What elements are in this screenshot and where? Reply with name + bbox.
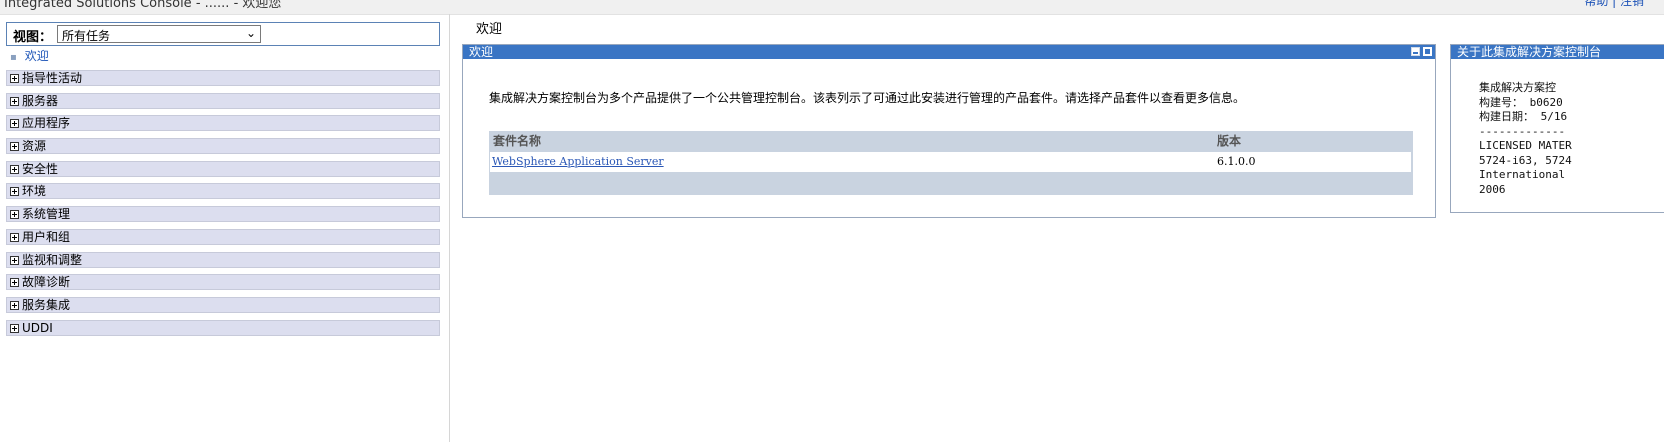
nav-item-label: 安全性 bbox=[22, 161, 59, 176]
minimize-icon[interactable] bbox=[1411, 47, 1420, 56]
expand-icon[interactable] bbox=[10, 278, 19, 288]
nav-item-applications[interactable]: 应用程序 bbox=[6, 115, 440, 132]
window-title: Integrated Solutions Console - ...... - … bbox=[4, 0, 282, 11]
suite-version-cell: 6.1.0.0 bbox=[1217, 155, 1256, 168]
nav-item-label: 用户和组 bbox=[22, 229, 71, 244]
nav-item-label: 环境 bbox=[22, 184, 47, 199]
expand-icon[interactable] bbox=[10, 232, 19, 242]
nav-item-label: 监视和调整 bbox=[22, 252, 83, 267]
expand-icon[interactable] bbox=[10, 210, 19, 220]
nav-item-label: 服务集成 bbox=[22, 297, 71, 312]
column-header-version: 版本 bbox=[1217, 134, 1242, 148]
view-select[interactable]: 所有任务 ⌄ bbox=[57, 25, 261, 43]
nav-welcome-label: 欢迎 bbox=[24, 49, 49, 63]
nav-item-troubleshooting[interactable]: 故障诊断 bbox=[6, 274, 440, 291]
nav-item-label: 系统管理 bbox=[22, 207, 71, 222]
expand-icon[interactable] bbox=[10, 164, 19, 174]
nav-item-uddi[interactable]: UDDI bbox=[6, 319, 440, 336]
table-row: WebSphere Application Server 6.1.0.0 bbox=[490, 152, 1411, 172]
about-line: International bbox=[1479, 168, 1572, 181]
expand-icon[interactable] bbox=[10, 255, 19, 265]
about-line: 5724-i63, 5724 bbox=[1479, 153, 1572, 167]
column-header-suite-name: 套件名称 bbox=[493, 134, 542, 148]
nav-item-security[interactable]: 安全性 bbox=[6, 160, 440, 177]
nav-item-service-integration[interactable]: 服务集成 bbox=[6, 296, 440, 313]
suite-table: 套件名称 版本 WebSphere Application Server 6.1… bbox=[489, 131, 1413, 195]
view-selector: 视图： 所有任务 ⌄ bbox=[6, 22, 440, 46]
suite-link[interactable]: WebSphere Application Server bbox=[492, 155, 664, 168]
nav-item-resources[interactable]: 资源 bbox=[6, 138, 440, 155]
nav-item-label: 指导性活动 bbox=[22, 71, 83, 85]
about-line: LICENSED MATER bbox=[1479, 139, 1572, 152]
nav-item-label: 服务器 bbox=[22, 93, 59, 108]
expand-icon[interactable] bbox=[10, 74, 19, 83]
welcome-portlet: 欢迎 集成解决方案控制台为多个产品提供了一个公共管理控制台。该表列示了可通过此安… bbox=[462, 44, 1436, 218]
page-title: 欢迎 bbox=[476, 22, 503, 37]
nav-item-label: 故障诊断 bbox=[22, 275, 71, 290]
about-line: 集成解决方案控 bbox=[1479, 81, 1556, 94]
nav-item-users-groups[interactable]: 用户和组 bbox=[6, 228, 440, 245]
suite-name-cell: WebSphere Application Server bbox=[492, 152, 664, 172]
chevron-down-icon: ⌄ bbox=[245, 26, 256, 40]
nav-item-monitoring[interactable]: 监视和调整 bbox=[6, 251, 440, 268]
about-line: 构建号： b0620 bbox=[1479, 95, 1563, 109]
bullet-icon: ▪ bbox=[10, 52, 17, 63]
nav-item-label: 应用程序 bbox=[22, 116, 71, 131]
nav-item-guided-activities[interactable]: 指导性活动 bbox=[6, 70, 440, 86]
view-select-value: 所有任务 bbox=[62, 29, 111, 43]
about-line: 构建日期： 5/16 bbox=[1479, 110, 1568, 123]
nav-item-label: 资源 bbox=[22, 139, 47, 154]
portlet-title: 欢迎 bbox=[469, 45, 494, 59]
expand-icon[interactable] bbox=[10, 96, 19, 106]
nav-item-system-admin[interactable]: 系统管理 bbox=[6, 206, 440, 223]
expand-icon[interactable] bbox=[10, 323, 19, 333]
about-line: 2006 bbox=[1479, 182, 1506, 196]
about-line: ------------- bbox=[1479, 124, 1566, 138]
top-right-links[interactable]: 帮助 | 注销 bbox=[1584, 0, 1644, 9]
maximize-icon[interactable] bbox=[1423, 47, 1432, 56]
about-portlet: 关于此集成解决方案控制台 集成解决方案控 构建号： b0620 构建日期： 5/… bbox=[1450, 44, 1664, 213]
expand-icon[interactable] bbox=[10, 300, 19, 310]
navigation-panel: 视图： 所有任务 ⌄ ▪ 欢迎 指导性活动 服务器 应用程序 资源 安全性 环境 … bbox=[0, 14, 448, 442]
about-title: 关于此集成解决方案控制台 bbox=[1457, 45, 1602, 59]
nav-list: 指导性活动 服务器 应用程序 资源 安全性 环境 系统管理 用户和组 监视和调整… bbox=[6, 70, 440, 342]
nav-item-servers[interactable]: 服务器 bbox=[6, 92, 440, 109]
expand-icon[interactable] bbox=[10, 142, 19, 152]
nav-item-label: UDDI bbox=[22, 320, 53, 335]
view-label: 视图： bbox=[13, 30, 53, 45]
nav-item-environment[interactable]: 环境 bbox=[6, 183, 440, 200]
welcome-description: 集成解决方案控制台为多个产品提供了一个公共管理控制台。该表列示了可通过此安装进行… bbox=[489, 91, 1246, 105]
portlet-title-bar: 欢迎 bbox=[463, 45, 1435, 59]
expand-icon[interactable] bbox=[10, 187, 19, 197]
top-strip: Integrated Solutions Console - ...... - … bbox=[0, 0, 1664, 15]
about-text: 集成解决方案控 构建号： b0620 构建日期： 5/16 ----------… bbox=[1479, 81, 1572, 197]
about-title-bar: 关于此集成解决方案控制台 bbox=[1451, 45, 1664, 59]
expand-icon[interactable] bbox=[10, 119, 19, 129]
nav-divider[interactable] bbox=[449, 14, 450, 442]
nav-welcome-link[interactable]: ▪ 欢迎 bbox=[10, 47, 49, 64]
